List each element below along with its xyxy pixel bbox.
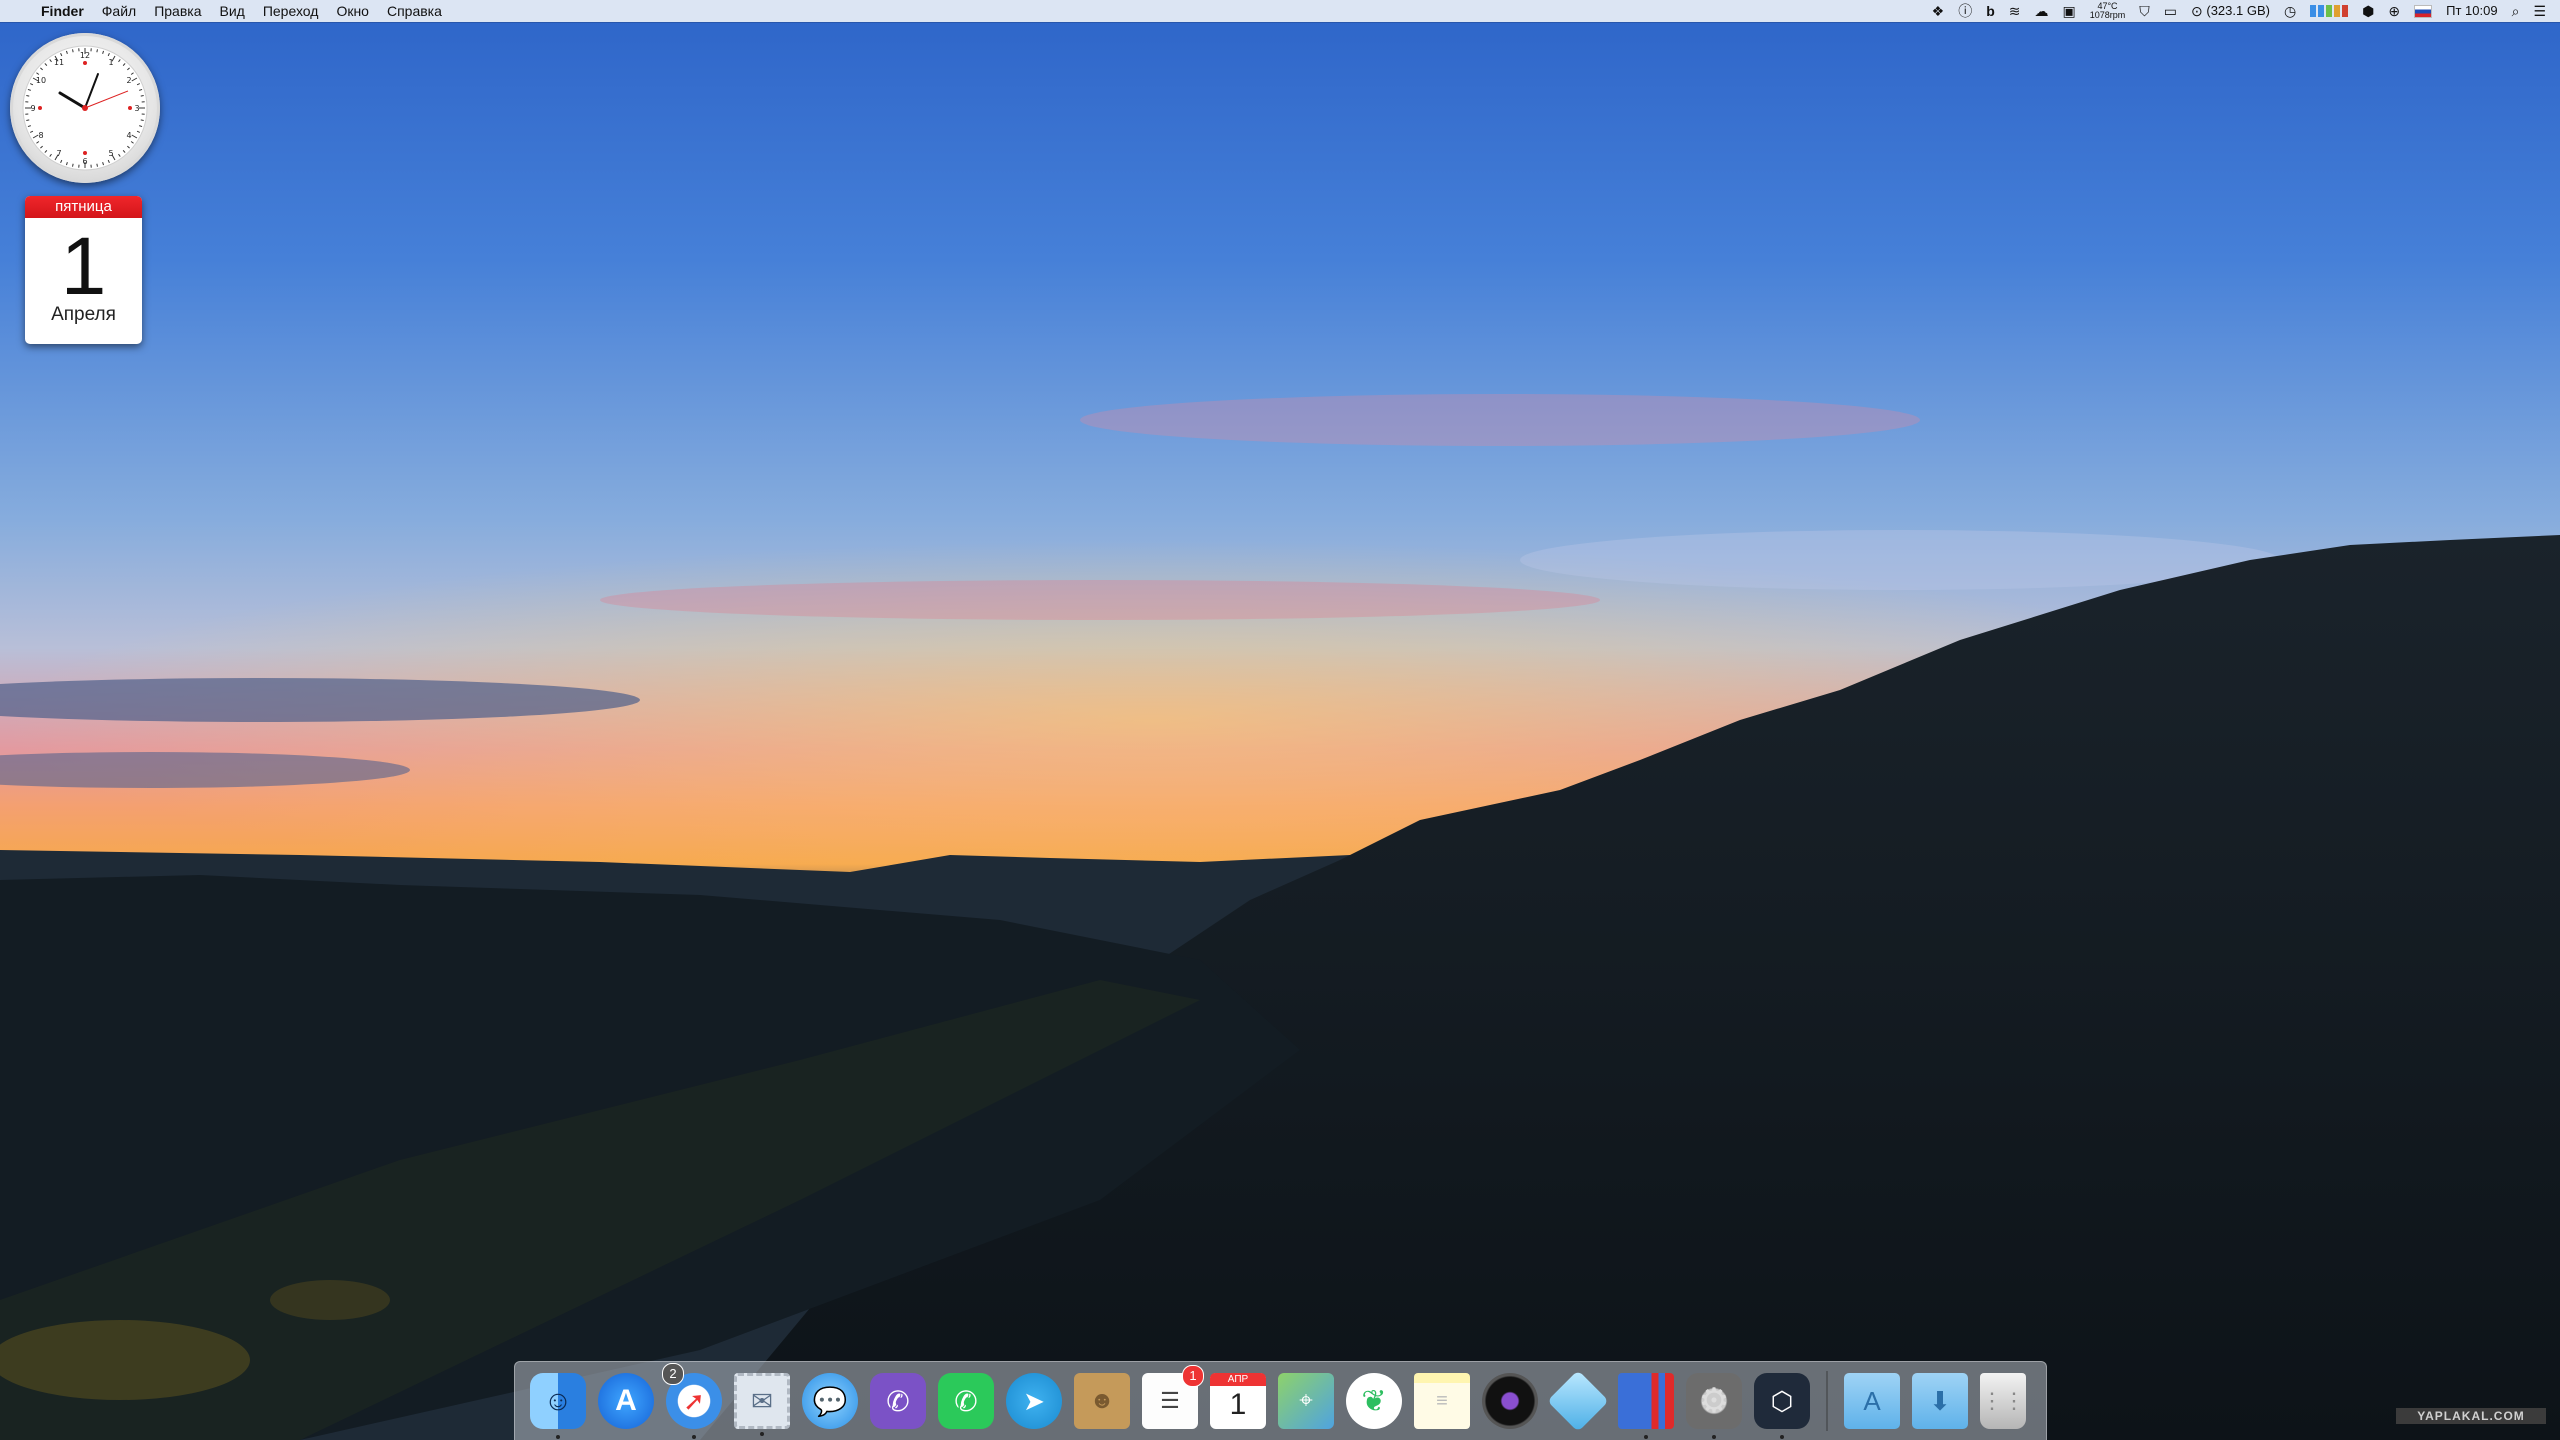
- dropbox-icon[interactable]: ❖: [1925, 0, 1952, 22]
- svg-text:8: 8: [38, 131, 43, 140]
- svg-text:10: 10: [36, 76, 46, 85]
- parallels-icon[interactable]: [1618, 1373, 1674, 1439]
- clock-tick: [140, 119, 144, 121]
- svg-text:12: 12: [80, 51, 90, 60]
- hexagon-app-icon[interactable]: ⬡: [1754, 1373, 1810, 1439]
- safari-badge: 2: [662, 1363, 684, 1385]
- desktop-wallpaper: [0, 0, 2560, 1440]
- messages-icon[interactable]: 💬: [802, 1373, 858, 1429]
- cloud-icon[interactable]: ☁: [2028, 0, 2056, 22]
- clock-tick: [96, 49, 98, 53]
- hexagon-status-icon[interactable]: ⬢: [2355, 0, 2381, 22]
- battery-icon[interactable]: ▭: [2157, 0, 2184, 22]
- menu-bar-status: ❖ ⓘ b ≋ ☁ ▣ 47°C 1078rpm ⛉ ▭ ⊙ (323.1 GB…: [1925, 0, 2560, 22]
- box-icon[interactable]: [1547, 1370, 1609, 1432]
- clock-tick: [72, 49, 74, 53]
- disk-free-text: (323.1 GB): [2206, 3, 2270, 18]
- time-machine-icon[interactable]: ◷: [2277, 0, 2303, 22]
- calendar-weekday: пятница: [25, 196, 142, 218]
- bitbar-icon[interactable]: b: [1979, 0, 2002, 22]
- calendar-widget[interactable]: пятница 1 Апреля: [25, 196, 142, 344]
- calendar-month: Апреля: [51, 304, 116, 325]
- reminders-icon[interactable]: ☰ 1: [1142, 1365, 1204, 1429]
- calendar-day-number: 1: [60, 221, 107, 312]
- temperature-fan-readout[interactable]: 47°C 1078rpm: [2083, 2, 2133, 20]
- svg-text:11: 11: [54, 58, 64, 67]
- fan-speed-text: 1078rpm: [2089, 10, 2126, 20]
- finder-icon[interactable]: ☺: [530, 1373, 586, 1439]
- svg-text:5: 5: [108, 149, 113, 158]
- clock-tick: [26, 95, 30, 97]
- menu-clock[interactable]: Пт 10:09: [2439, 0, 2504, 22]
- trash-icon[interactable]: ⋮⋮: [1980, 1373, 2026, 1429]
- svg-text:4: 4: [126, 131, 131, 140]
- menu-window[interactable]: Окно: [327, 0, 378, 22]
- display-icon[interactable]: ▣: [2056, 0, 2083, 22]
- watermark: YAPLAKAL.COM: [2396, 1408, 2546, 1424]
- input-source-flag-icon[interactable]: [2407, 4, 2439, 18]
- camera-icon[interactable]: [1482, 1373, 1538, 1429]
- svg-text:9: 9: [30, 104, 35, 113]
- spotlight-search-icon[interactable]: ⌕: [2505, 0, 2527, 22]
- menu-help[interactable]: Справка: [378, 0, 451, 22]
- clock-widget[interactable]: 12 1 2 345 678 9 10 11: [10, 33, 160, 183]
- downloads-folder-icon[interactable]: ⬇: [1912, 1373, 1968, 1429]
- dock-separator: [1826, 1371, 1828, 1431]
- svg-text:7: 7: [56, 149, 61, 158]
- calendar-icon-month: АПР: [1210, 1373, 1266, 1386]
- applications-folder-icon[interactable]: A: [1844, 1373, 1900, 1429]
- menu-app-name[interactable]: Finder: [32, 0, 93, 22]
- telegram-icon[interactable]: ➤: [1006, 1373, 1062, 1429]
- viber-icon[interactable]: ✆: [870, 1373, 926, 1429]
- shield-icon[interactable]: ⛉: [2132, 0, 2157, 22]
- menu-file[interactable]: Файл: [93, 0, 145, 22]
- wifi-signal-icon[interactable]: ≋: [2002, 0, 2028, 22]
- notification-center-icon[interactable]: ☰: [2526, 0, 2560, 22]
- contacts-icon[interactable]: ☻: [1074, 1373, 1130, 1429]
- gear-icon[interactable]: ⚙: [1686, 1373, 1742, 1439]
- menu-bar-left: Finder Файл Правка Вид Переход Окно Спра…: [0, 0, 451, 22]
- dock: ☺ A ➚ 2 ✉ 💬 ✆ ✆ ➤ ☻ ☰ 1 АПР 1 ⌖ ❦ ≡ ⚙ ⬡ …: [514, 1361, 2047, 1440]
- evernote-icon[interactable]: ❦: [1346, 1373, 1402, 1429]
- clock-disk-icon: ⊙: [2191, 3, 2203, 19]
- menu-edit[interactable]: Правка: [145, 0, 210, 22]
- menu-bar: Finder Файл Правка Вид Переход Окно Спра…: [0, 0, 2560, 22]
- memory-usage-icon[interactable]: [2303, 5, 2355, 17]
- menu-view[interactable]: Вид: [211, 0, 254, 22]
- maps-icon[interactable]: ⌖: [1278, 1373, 1334, 1429]
- svg-text:3: 3: [134, 104, 139, 113]
- clock-tick: [72, 163, 74, 167]
- clock-tick: [26, 119, 30, 121]
- mail-stamp-icon[interactable]: ✉: [734, 1373, 790, 1436]
- analog-clock-face: 1212 345 678 91011: [22, 45, 148, 171]
- calendar-icon[interactable]: АПР 1: [1210, 1373, 1266, 1429]
- svg-text:1: 1: [108, 58, 113, 67]
- disk-readout[interactable]: ⊙ (323.1 GB): [2184, 0, 2277, 22]
- app-store-icon[interactable]: A: [598, 1373, 654, 1429]
- svg-text:6: 6: [82, 157, 87, 166]
- notes-icon[interactable]: ≡: [1414, 1373, 1470, 1429]
- info-icon[interactable]: ⓘ: [1951, 0, 1979, 22]
- whatsapp-icon[interactable]: ✆: [938, 1373, 994, 1429]
- network-icon[interactable]: ⊕: [2381, 0, 2407, 22]
- reminders-badge: 1: [1182, 1365, 1204, 1387]
- clock-tick: [96, 163, 98, 167]
- menu-go[interactable]: Переход: [254, 0, 328, 22]
- safari-icon[interactable]: ➚ 2: [662, 1363, 722, 1439]
- svg-text:2: 2: [126, 76, 131, 85]
- calendar-icon-day: 1: [1229, 1388, 1247, 1421]
- clock-tick: [140, 95, 144, 97]
